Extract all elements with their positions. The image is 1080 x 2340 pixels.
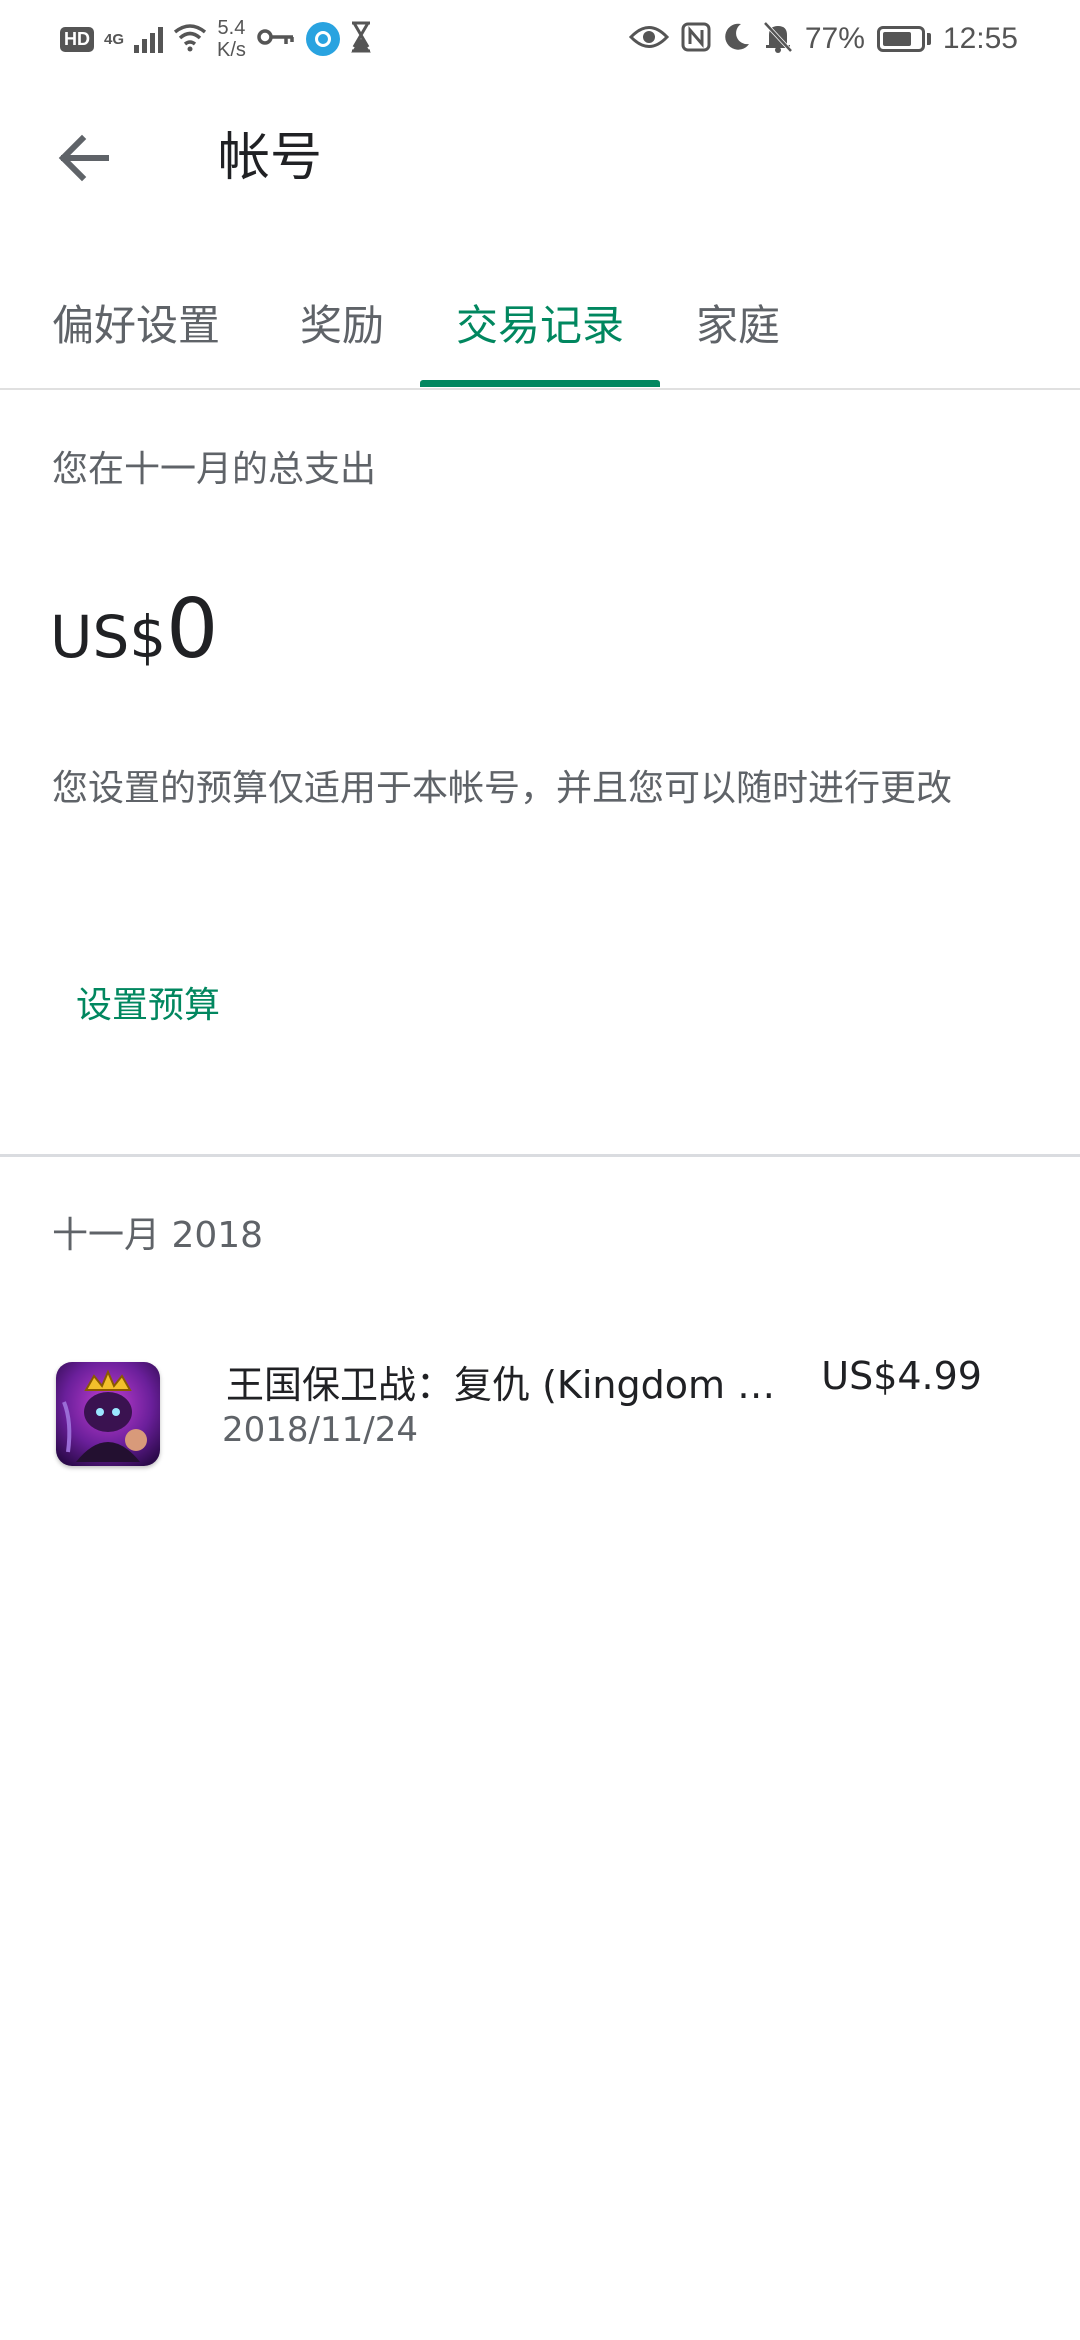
set-budget-button[interactable]: 设置预算 [52, 962, 244, 1042]
hd-icon: HD [60, 26, 94, 52]
battery-level [882, 32, 911, 46]
nfc-icon [681, 22, 711, 56]
status-bar: HD 4G 5.4 K/s 77% 12:55 [0, 0, 1080, 78]
active-tab-indicator [420, 380, 660, 387]
tab-family[interactable]: 家庭 [696, 258, 780, 386]
key-icon [256, 25, 296, 53]
transaction-price: US$4.99 [821, 1354, 982, 1398]
signal-icon [134, 25, 163, 53]
section-divider [0, 1154, 1080, 1157]
battery-icon [876, 26, 925, 52]
network-type: 4G [104, 30, 125, 48]
status-bar-right: 77% 12:55 [628, 14, 1018, 64]
page-title: 帐号 [218, 128, 323, 188]
battery-percent: 77% [804, 22, 865, 55]
account-tabs: 偏好设置 奖励 交易记录 家庭 [0, 258, 1080, 390]
speed-value: 5.4 [217, 17, 246, 39]
battery-cap [926, 33, 931, 45]
transaction-row[interactable]: 王国保卫战：复仇 (Kingdom Rush Vengeance) US$4.9… [0, 1330, 1080, 1480]
tab-rewards[interactable]: 奖励 [300, 258, 384, 386]
wifi-icon [173, 22, 207, 56]
clock: 12:55 [942, 22, 1018, 55]
network-speed: 5.4 K/s [217, 17, 246, 61]
tab-order-history[interactable]: 交易记录 [420, 258, 660, 386]
monthly-spend-label: 您在十一月的总支出 [52, 449, 377, 490]
game-app-icon [56, 1362, 160, 1466]
budget-note: 您设置的预算仅适用于本帐号，并且您可以随时进行更改 [52, 768, 953, 809]
month-header: 十一月 2018 [52, 1215, 264, 1256]
back-button[interactable] [48, 122, 120, 194]
transaction-title: 王国保卫战：复仇 (Kingdom Rush Vengeance) [226, 1363, 786, 1407]
monthly-spend-amount: US$ 0 [50, 582, 218, 677]
spend-value: 0 [166, 582, 219, 677]
speed-unit: K/s [217, 39, 246, 61]
bell-muted-icon [763, 21, 793, 57]
app-bar: 帐号 [0, 90, 1080, 230]
eye-icon [628, 24, 669, 54]
app-notification-icon [305, 22, 340, 56]
arrow-back-icon [58, 134, 109, 182]
transaction-history-screen: HD 4G 5.4 K/s 77% 12:55 帐号 偏好设置 奖励 交易记录 … [0, 0, 1080, 2340]
tab-preferences[interactable]: 偏好设置 [52, 258, 220, 386]
currency-symbol: US$ [50, 603, 167, 671]
status-bar-left: HD 4G 5.4 K/s [60, 14, 372, 64]
transaction-date: 2018/11/24 [222, 1410, 418, 1450]
moon-icon [723, 22, 751, 56]
hourglass-icon [350, 21, 372, 57]
